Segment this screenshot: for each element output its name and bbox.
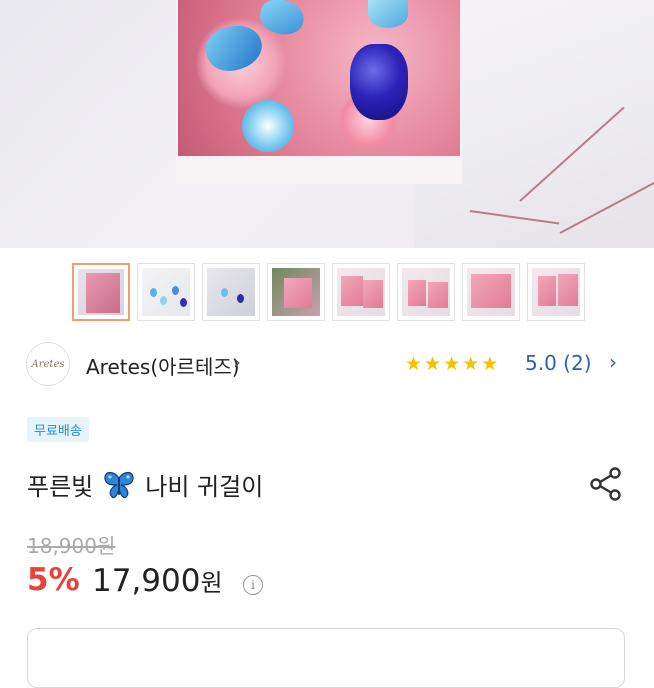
star-icon: ★ — [443, 353, 461, 375]
blue-crystal-gem — [350, 44, 408, 120]
currency-unit: 원 — [200, 569, 223, 597]
seller-logo[interactable]: Aretes — [26, 342, 70, 386]
product-title-text: 나비 귀걸이 — [145, 473, 264, 501]
thumbnail-3[interactable] — [202, 263, 260, 321]
product-title: 푸른빛 나비 귀걸이 — [27, 467, 263, 502]
butterfly-icon — [104, 471, 134, 498]
original-price: 18,900원 — [27, 534, 116, 558]
product-hero-image[interactable] — [0, 0, 654, 248]
thumbnail-4[interactable] — [267, 263, 325, 321]
thumbnail-8[interactable] — [527, 263, 585, 321]
options-box[interactable] — [27, 628, 625, 688]
discount-rate: 5% — [27, 562, 80, 598]
earring-photo — [178, 0, 460, 156]
seller-name-link[interactable]: Aretes(아르테즈) — [86, 351, 240, 380]
star-icon: ★ — [405, 353, 423, 375]
thumbnail-7[interactable] — [462, 263, 520, 321]
thumbnail-6[interactable] — [397, 263, 455, 321]
share-icon[interactable] — [589, 466, 623, 502]
crystal-flower — [242, 100, 294, 152]
thumbnail-strip — [72, 263, 585, 321]
star-icon: ★ — [462, 353, 480, 375]
rating-stars[interactable]: ★ ★ ★ ★ ★ — [405, 353, 498, 375]
info-icon[interactable]: i — [243, 575, 263, 595]
chevron-right-icon[interactable]: › — [609, 350, 617, 374]
star-icon: ★ — [481, 353, 499, 375]
sale-price-amount: 17,900 — [92, 563, 201, 599]
thumbnail-2[interactable] — [137, 263, 195, 321]
free-shipping-badge: 무료배송 — [27, 417, 89, 442]
star-icon: ★ — [424, 353, 442, 375]
product-title-text: 푸른빛 — [27, 473, 94, 501]
seller-row: Aretes Aretes(아르테즈) › ★ ★ ★ ★ ★ 5.0 (2) … — [26, 342, 628, 388]
chevron-right-icon[interactable]: › — [233, 350, 241, 374]
rating-summary[interactable]: 5.0 (2) — [525, 351, 592, 375]
sale-price: 17,900원 — [92, 563, 223, 599]
flower-petal — [368, 0, 408, 28]
thumbnail-1[interactable] — [72, 263, 130, 321]
thumbnail-5[interactable] — [332, 263, 390, 321]
